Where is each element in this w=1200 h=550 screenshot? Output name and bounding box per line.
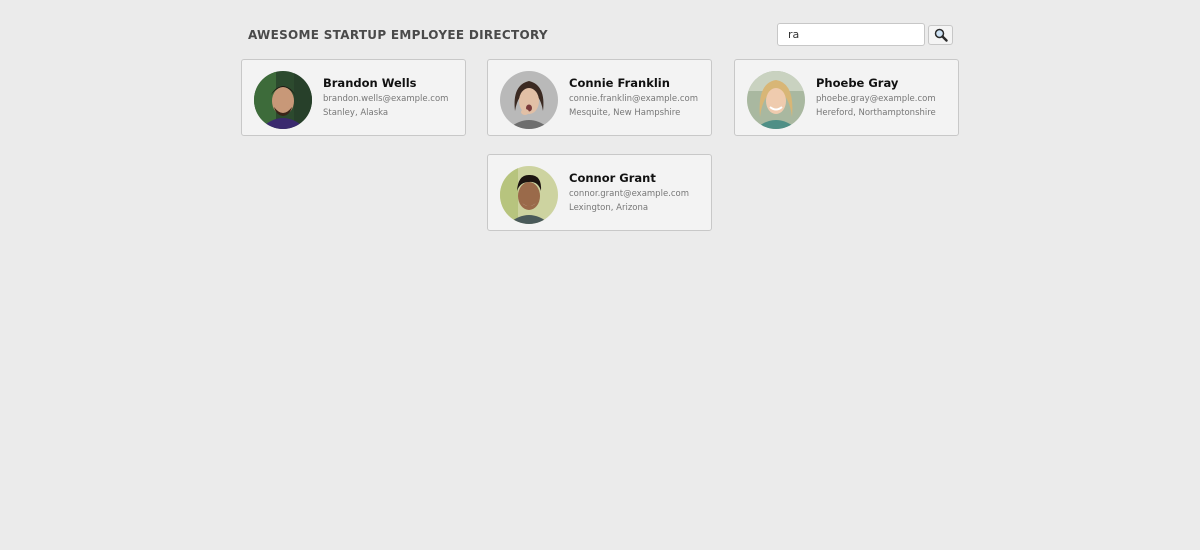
search-button[interactable] — [928, 25, 953, 45]
employee-location: Hereford, Northamptonshire — [816, 108, 936, 118]
employee-email: phoebe.gray@example.com — [816, 94, 936, 104]
employee-email: brandon.wells@example.com — [323, 94, 449, 104]
page-title: AWESOME STARTUP EMPLOYEE DIRECTORY — [248, 28, 548, 42]
employee-card[interactable]: Brandon Wells brandon.wells@example.com … — [241, 59, 466, 136]
employee-location: Stanley, Alaska — [323, 108, 389, 118]
employee-card[interactable]: Connie Franklin connie.franklin@example.… — [487, 59, 712, 136]
employee-location: Mesquite, New Hampshire — [569, 108, 681, 118]
directory-page: AWESOME STARTUP EMPLOYEE DIRECTORY Brand… — [0, 0, 1200, 550]
magnifier-icon — [934, 28, 948, 42]
search-input[interactable] — [777, 23, 925, 46]
avatar — [747, 71, 805, 129]
avatar — [254, 71, 312, 129]
employee-email: connor.grant@example.com — [569, 189, 690, 199]
avatar — [500, 166, 558, 224]
avatar — [500, 71, 558, 129]
employee-location: Lexington, Arizona — [569, 203, 649, 213]
employee-card[interactable]: Connor Grant connor.grant@example.com Le… — [487, 154, 712, 231]
employee-name: Phoebe Gray — [816, 76, 899, 90]
employee-card[interactable]: Phoebe Gray phoebe.gray@example.com Here… — [734, 59, 959, 136]
employee-name: Brandon Wells — [323, 76, 417, 90]
employee-name: Connor Grant — [569, 171, 656, 185]
employee-name: Connie Franklin — [569, 76, 670, 90]
employee-email: connie.franklin@example.com — [569, 94, 698, 104]
